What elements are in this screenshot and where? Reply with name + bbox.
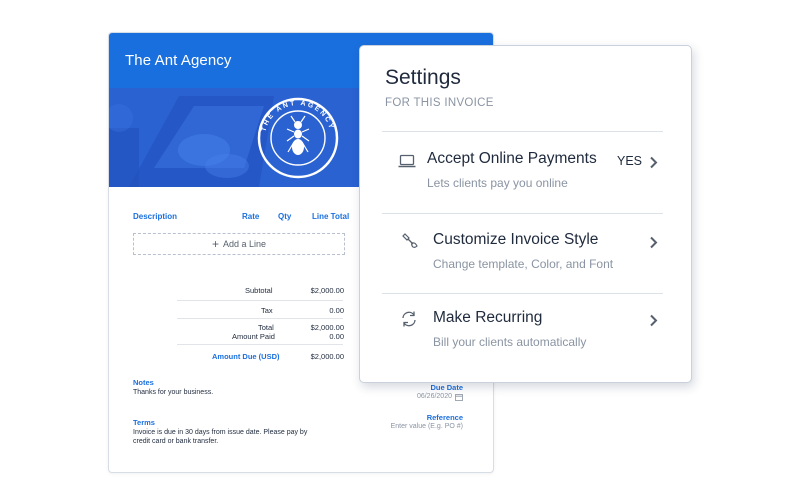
- amount-paid-label: Amount Paid: [232, 332, 275, 341]
- amount-due-value: $2,000.00: [310, 352, 344, 361]
- make-recurring-option[interactable]: Make Recurring Bill your clients automat…: [382, 304, 663, 364]
- due-date-label: Due Date: [430, 383, 463, 392]
- ant-agency-logo: THE ANT AGENCY: [257, 97, 339, 179]
- total-label: Total: [258, 323, 274, 332]
- option-value: YES: [616, 154, 642, 168]
- settings-title: Settings: [385, 66, 461, 89]
- subtotal-value: $2,000.00: [310, 286, 344, 295]
- chevron-right-icon: [650, 156, 658, 169]
- divider: [177, 300, 343, 301]
- divider: [177, 344, 343, 345]
- option-title: Accept Online Payments: [427, 150, 597, 167]
- subtotal-label: Subtotal: [245, 286, 273, 295]
- amount-paid-value: 0.00: [329, 332, 344, 341]
- plus-icon: +: [211, 237, 219, 251]
- chevron-right-icon: [650, 314, 658, 327]
- settings-subtitle: FOR THIS INVOICE: [385, 97, 494, 109]
- divider: [382, 131, 663, 132]
- option-title: Customize Invoice Style: [433, 231, 599, 248]
- settings-panel: Settings FOR THIS INVOICE Accept Online …: [359, 45, 692, 383]
- calendar-icon[interactable]: [455, 393, 463, 401]
- reference-label: Reference: [426, 413, 463, 422]
- amount-due-label: Amount Due (USD): [212, 352, 280, 361]
- divider: [382, 213, 663, 214]
- recurring-icon: [402, 311, 416, 327]
- due-date-value[interactable]: 06/26/2020: [417, 393, 452, 400]
- chevron-right-icon: [650, 236, 658, 249]
- option-description: Bill your clients automatically: [433, 335, 587, 349]
- tax-label: Tax: [261, 306, 273, 315]
- total-value: $2,000.00: [310, 323, 344, 332]
- notes-text[interactable]: Thanks for your business.: [133, 388, 213, 397]
- option-description: Lets clients pay you online: [427, 176, 568, 190]
- col-line-total: Line Total: [312, 212, 350, 221]
- option-title: Make Recurring: [433, 309, 543, 326]
- customize-invoice-style-option[interactable]: Customize Invoice Style Change template,…: [382, 224, 663, 284]
- terms-label: Terms: [133, 418, 155, 427]
- add-line-label: Add a Line: [222, 239, 267, 249]
- terms-text[interactable]: Invoice is due in 30 days from issue dat…: [133, 428, 318, 446]
- add-line-button[interactable]: + Add a Line: [133, 233, 345, 255]
- paint-brush-icon: [402, 233, 418, 248]
- option-description: Change template, Color, and Font: [433, 257, 614, 271]
- company-name[interactable]: The Ant Agency: [125, 52, 231, 69]
- col-qty: Qty: [278, 212, 292, 221]
- laptop-icon: [398, 154, 416, 168]
- divider: [382, 293, 663, 294]
- divider: [177, 318, 343, 319]
- reference-input[interactable]: Enter value (E.g. PO #): [391, 423, 463, 430]
- col-rate: Rate: [242, 212, 260, 221]
- notes-label: Notes: [133, 378, 154, 387]
- col-description: Description: [133, 212, 178, 221]
- tax-value: 0.00: [329, 306, 344, 315]
- accept-online-payments-option[interactable]: Accept Online Payments Lets clients pay …: [382, 142, 663, 202]
